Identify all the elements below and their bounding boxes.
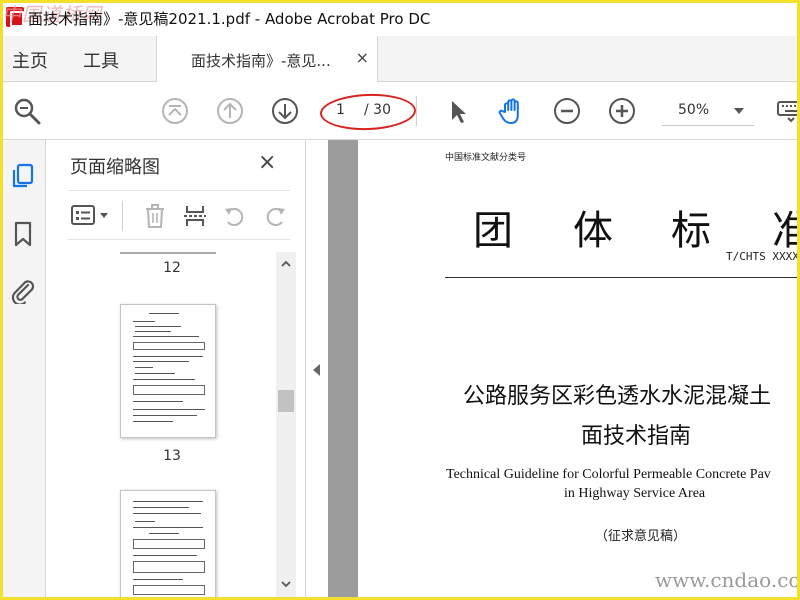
extract-icon[interactable]: [182, 203, 208, 229]
prev-page-icon[interactable]: [215, 96, 245, 126]
thumbnail-list: 12 13: [68, 252, 276, 600]
toolbar-divider: [416, 96, 417, 126]
thumbnail-page-14[interactable]: [120, 490, 216, 600]
page-thumbnails-icon[interactable]: [9, 162, 37, 190]
doc-draft-note: （征求意见稿）: [595, 529, 687, 544]
panel-title: 页面缩略图: [70, 157, 160, 178]
doc-big-char: 体: [573, 208, 613, 254]
zoom-value: 50%: [678, 102, 710, 118]
doc-header-rule: [445, 277, 800, 278]
thumbnail-page-number: 12: [163, 260, 181, 276]
tab-home[interactable]: 主页: [12, 47, 48, 73]
find-icon[interactable]: [12, 96, 42, 126]
doc-title-cn-line1: 公路服务区彩色透水水泥混凝土: [463, 384, 772, 409]
doc-standard-code: T/CHTS XXXX: [726, 250, 799, 263]
panel-toolbar: [68, 190, 290, 240]
doc-big-char: 准: [772, 208, 800, 254]
window-title: 面技术指南》-意见稿2021.1.pdf - Adobe Acrobat Pro…: [28, 10, 431, 28]
doc-title-en-line1: Technical Guideline for Colorful Permeab…: [446, 467, 771, 482]
collapse-panel-icon[interactable]: [313, 364, 320, 376]
thumbnail-page-13[interactable]: [120, 304, 216, 438]
doc-title-cn-line2: 面技术指南: [581, 424, 692, 449]
panel-toolbar-divider: [122, 201, 123, 231]
first-page-icon[interactable]: [160, 96, 190, 126]
tab-bar: 主页 工具 面技术指南》-意见... ×: [0, 36, 800, 82]
delete-icon[interactable]: [142, 203, 168, 229]
watermark-bottom: www.cndao.com: [655, 568, 800, 592]
doc-big-char: 标: [671, 208, 711, 254]
close-panel-icon[interactable]: ×: [258, 150, 276, 175]
title-bar: 中国道桥网 面技术指南》-意见稿2021.1.pdf - Adobe Acrob…: [0, 0, 800, 36]
document-view[interactable]: 中国标准文献分类号 团 体 标 准 T/CHTS XXXX 公路服务区彩色透水水…: [328, 140, 800, 600]
next-page-icon[interactable]: [270, 96, 300, 126]
page-thumbnails-panel: 页面缩略图 × 12 13: [46, 140, 306, 600]
doc-classification: 中国标准文献分类号: [445, 153, 527, 163]
scroll-up-icon[interactable]: [280, 258, 292, 270]
panel-splitter[interactable]: [306, 140, 328, 600]
tab-tools[interactable]: 工具: [83, 47, 119, 73]
thumbnail-page-number: 13: [163, 448, 181, 464]
navigation-rail: [0, 140, 46, 600]
main-toolbar: 1 / 30 50%: [0, 82, 800, 140]
bookmark-icon[interactable]: [9, 220, 37, 248]
scrollbar-thumb[interactable]: [278, 390, 294, 412]
select-arrow-icon[interactable]: [443, 96, 473, 126]
hand-tool-icon[interactable]: [497, 96, 527, 126]
close-tab-icon[interactable]: ×: [356, 48, 369, 67]
thumbnail-scrollbar[interactable]: [276, 252, 296, 600]
undo-rotate-icon[interactable]: [222, 203, 248, 229]
keyboard-icon[interactable]: [776, 96, 800, 126]
tab-document[interactable]: 面技术指南》-意见... ×: [156, 36, 378, 82]
doc-big-char: 团: [473, 208, 513, 254]
thumbnail-page-bottom-edge: [120, 252, 216, 254]
redo-rotate-icon[interactable]: [262, 203, 288, 229]
chevron-down-icon[interactable]: [734, 108, 744, 114]
zoom-in-icon[interactable]: [607, 96, 637, 126]
zoom-dropdown[interactable]: 50%: [662, 96, 754, 126]
zoom-out-icon[interactable]: [552, 96, 582, 126]
doc-title-en-line2: in Highway Service Area: [564, 486, 706, 501]
document-page: 中国标准文献分类号 团 体 标 准 T/CHTS XXXX 公路服务区彩色透水水…: [358, 140, 800, 600]
document-tab-label: 面技术指南》-意见...: [191, 52, 331, 70]
attachment-icon[interactable]: [9, 276, 37, 304]
options-list-icon[interactable]: [70, 203, 112, 229]
scroll-down-icon[interactable]: [280, 578, 292, 590]
